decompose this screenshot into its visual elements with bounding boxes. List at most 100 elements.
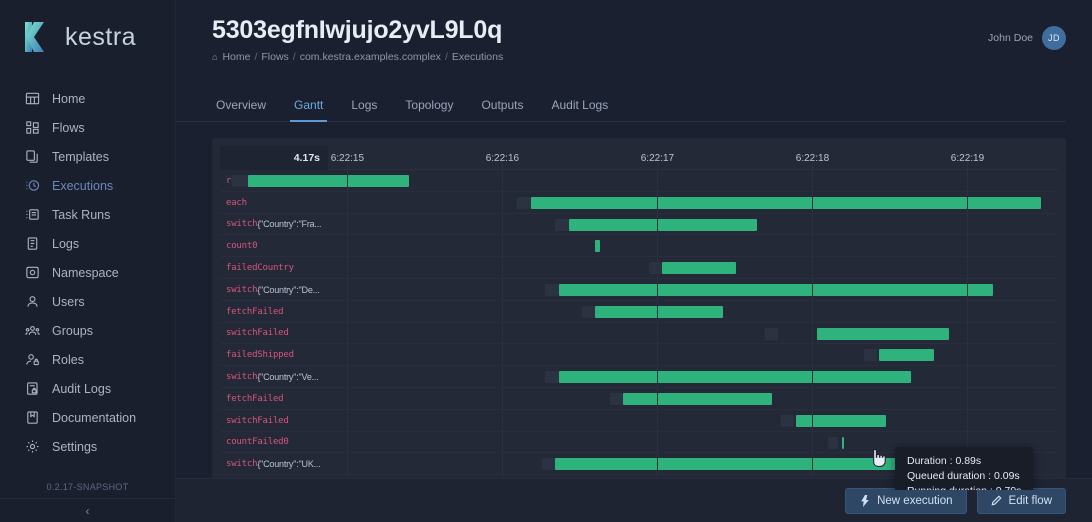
gantt-row[interactable]: fetchFailed: [220, 388, 1058, 410]
sidebar-item-home[interactable]: Home: [0, 84, 175, 113]
gantt-bar-queued[interactable]: [231, 175, 249, 187]
gantt-bar-running[interactable]: [662, 262, 737, 275]
gantt-row[interactable]: switch {"Country":"Fra...: [220, 214, 1058, 236]
namespace-icon: [24, 265, 40, 281]
sidebar-item-settings[interactable]: Settings: [0, 432, 175, 461]
brand-logo[interactable]: kestra: [0, 0, 175, 72]
gantt-bar-queued[interactable]: [780, 414, 795, 427]
app-root: kestra Home Flows Templates Executions T…: [0, 0, 1092, 522]
page-title: 5303egfnIwjujo2yvL9L0q: [212, 16, 503, 44]
main-content: 5303egfnIwjujo2yvL9L0q ⌂ Home / Flows / …: [176, 0, 1092, 522]
sidebar: kestra Home Flows Templates Executions T…: [0, 0, 176, 522]
gantt-bar-running[interactable]: [530, 196, 1042, 209]
sidebar-item-roles[interactable]: Roles: [0, 345, 175, 374]
breadcrumb-separator: /: [254, 50, 258, 63]
new-execution-button[interactable]: New execution: [845, 487, 967, 514]
app-version: 0.2.17-SNAPSHOT: [46, 482, 129, 492]
tab-overview[interactable]: Overview: [212, 98, 280, 121]
sidebar-item-groups[interactable]: Groups: [0, 316, 175, 345]
home-grid-icon: [24, 91, 40, 107]
sidebar-item-label: Groups: [52, 323, 93, 338]
groups-icon: [24, 323, 40, 339]
gantt-bar-queued[interactable]: [764, 327, 779, 340]
gantt-bar-running[interactable]: [248, 175, 409, 187]
tab-logs[interactable]: Logs: [337, 98, 391, 121]
sidebar-item-executions[interactable]: Executions: [0, 171, 175, 200]
gantt-row-arg: {"Country":"UK...: [257, 459, 321, 470]
edit-flow-button[interactable]: Edit flow: [976, 487, 1066, 514]
gantt-bar-running[interactable]: [817, 327, 950, 340]
tooltip-running-duration: Running duration : 0.79s: [907, 484, 1021, 490]
sidebar-item-label: Users: [52, 294, 85, 309]
gantt-bar-queued[interactable]: [517, 196, 531, 209]
sidebar-item-users[interactable]: Users: [0, 287, 175, 316]
sidebar-item-task-runs[interactable]: Task Runs: [0, 200, 175, 229]
gantt-chart: 4.17s 6:22:15 6:22:16 6:22:17 6:22:18 6:22:1…: [212, 138, 1066, 490]
gantt-bar-running[interactable]: [558, 283, 993, 296]
tab-gantt[interactable]: Gantt: [280, 98, 337, 122]
gantt-bar-queued[interactable]: [545, 283, 559, 296]
gantt-bar-queued[interactable]: [863, 349, 877, 362]
breadcrumb-item-namespace[interactable]: com.kestra.examples.complex: [300, 51, 441, 63]
gantt-row[interactable]: failedCountry: [220, 257, 1058, 279]
sidebar-item-logs[interactable]: Logs: [0, 229, 175, 258]
sidebar-item-label: Audit Logs: [52, 381, 112, 396]
tab-topology[interactable]: Topology: [391, 98, 467, 121]
gantt-bar-running[interactable]: [795, 414, 887, 427]
breadcrumb-separator: /: [444, 50, 448, 63]
breadcrumb-item-flows[interactable]: Flows: [261, 51, 288, 63]
gantt-row[interactable]: switch {"Country":"De...: [220, 279, 1058, 301]
gantt-row-label: switch {"Country":"De...: [226, 284, 320, 295]
tooltip-duration: Duration : 0.89s: [907, 455, 982, 467]
gantt-bar-running[interactable]: [623, 392, 773, 405]
gantt-bar-queued[interactable]: [582, 305, 596, 318]
gantt-row-label: switch {"Country":"Ve...: [226, 372, 319, 383]
gantt-bar-queued[interactable]: [828, 436, 838, 449]
gantt-bar-running[interactable]: [595, 240, 600, 253]
gantt-row[interactable]: fetchFailed: [220, 301, 1058, 323]
gantt-bar-running[interactable]: [878, 349, 934, 362]
flows-icon: [24, 120, 40, 136]
sidebar-item-documentation[interactable]: Documentation: [0, 403, 175, 432]
user-menu[interactable]: John Doe JD: [988, 26, 1066, 50]
gantt-row[interactable]: switchFailed: [220, 323, 1058, 345]
avatar: JD: [1042, 26, 1066, 50]
gantt-bar-queued[interactable]: [555, 218, 569, 231]
gantt-bar-running[interactable]: [568, 218, 758, 231]
gantt-row[interactable]: failedShipped: [220, 344, 1058, 367]
gantt-row[interactable]: switchFailed: [220, 410, 1058, 432]
sidebar-item-templates[interactable]: Templates: [0, 142, 175, 171]
gantt-bar-queued[interactable]: [649, 262, 663, 275]
breadcrumb-separator: /: [292, 50, 296, 63]
breadcrumb-item-home[interactable]: Home: [222, 51, 250, 63]
gantt-row-label: switchFailed: [226, 328, 289, 339]
gantt-bar-running[interactable]: [841, 436, 845, 449]
gantt-row-label: failedShipped: [226, 350, 294, 361]
gantt-row[interactable]: switch {"Country":"Ve...: [220, 366, 1058, 388]
roles-icon: [24, 352, 40, 368]
sidebar-item-flows[interactable]: Flows: [0, 113, 175, 142]
gantt-row[interactable]: each: [220, 192, 1058, 214]
sidebar-item-audit-logs[interactable]: Audit Logs: [0, 374, 175, 403]
sidebar-item-namespace[interactable]: Namespace: [0, 258, 175, 287]
gantt-row[interactable]: readSheets: [220, 170, 1058, 192]
sidebar-item-label: Namespace: [52, 265, 119, 280]
sidebar-item-label: Roles: [52, 352, 84, 367]
topbar: 5303egfnIwjujo2yvL9L0q ⌂ Home / Flows / …: [176, 0, 1092, 86]
sidebar-item-label: Templates: [52, 149, 109, 164]
gantt-bar-queued[interactable]: [545, 371, 559, 384]
gantt-bar-running[interactable]: [558, 371, 912, 384]
home-icon: ⌂: [212, 51, 218, 62]
sidebar-collapse-button[interactable]: ‹: [0, 498, 175, 522]
gantt-bar-queued[interactable]: [541, 458, 556, 471]
chevron-left-icon: ‹: [85, 503, 90, 518]
tab-outputs[interactable]: Outputs: [467, 98, 537, 121]
gantt-bar-queued[interactable]: [609, 392, 624, 405]
gantt-bar-running[interactable]: [595, 305, 723, 318]
tab-audit-logs[interactable]: Audit Logs: [537, 98, 622, 121]
gantt-row[interactable]: count0: [220, 235, 1058, 258]
gantt-gridline: [347, 162, 349, 490]
gear-icon: [24, 439, 40, 455]
tab-bar: Overview Gantt Logs Topology Outputs Aud…: [176, 86, 1066, 122]
breadcrumb-item-executions[interactable]: Executions: [452, 51, 503, 63]
